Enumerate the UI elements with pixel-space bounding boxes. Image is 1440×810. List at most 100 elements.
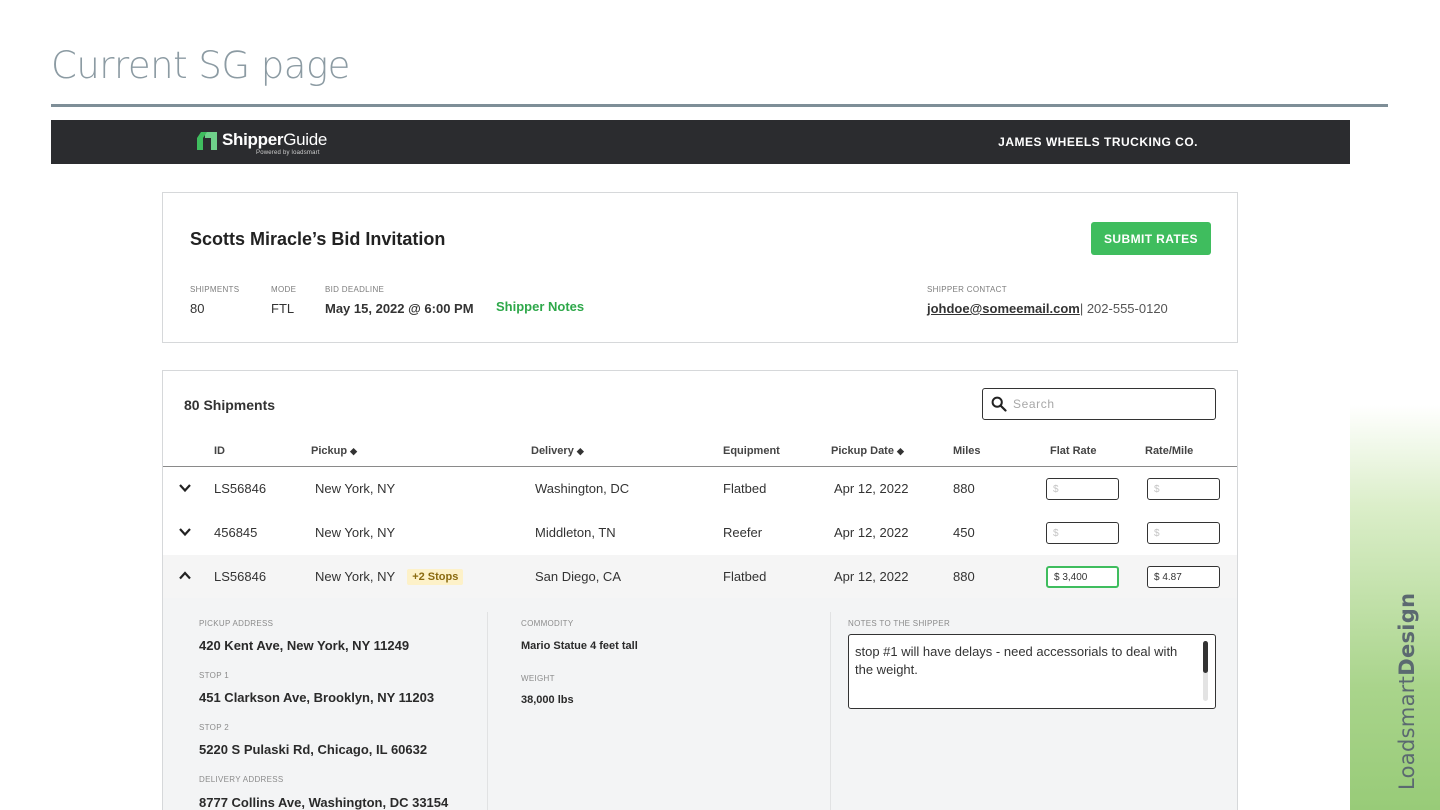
cell-miles: 880	[953, 569, 975, 584]
flat-rate-input[interactable]	[1046, 566, 1119, 588]
cell-equipment: Flatbed	[723, 569, 767, 584]
col-delivery[interactable]: Delivery ◆	[531, 445, 584, 457]
cell-pickup-date: Apr 12, 2022	[834, 525, 909, 540]
stop2-value: 5220 S Pulaski Rd, Chicago, IL 60632	[199, 742, 428, 757]
bid-invitation-card: Scotts Miracle’s Bid Invitation SUBMIT R…	[162, 192, 1238, 343]
cell-miles: 450	[953, 525, 975, 540]
cell-miles: 880	[953, 481, 975, 496]
brand-bold: Design	[1395, 592, 1419, 676]
brand-light: Loadsmart	[1395, 675, 1419, 790]
search-input[interactable]	[1013, 395, 1208, 413]
slide-title: Current SG page	[51, 44, 350, 87]
col-delivery-label: Delivery	[531, 445, 574, 457]
brand-wordmark: LoadsmartDesign	[1395, 593, 1419, 790]
chevron-down-icon[interactable]	[178, 481, 192, 495]
rate-mile-input[interactable]	[1147, 522, 1220, 544]
col-miles: Miles	[953, 445, 981, 457]
contact-phone: | 202-555-0120	[1079, 301, 1168, 316]
logo-wordmark: ShipperGuide	[222, 129, 327, 151]
col-equipment: Equipment	[723, 445, 780, 457]
mode-meta: MODE FTL	[271, 285, 296, 316]
cell-pickup-date: Apr 12, 2022	[834, 481, 909, 496]
bid-title: Scotts Miracle’s Bid Invitation	[190, 229, 446, 249]
table-row[interactable]: 456845 New York, NY Middleton, TN Reefer…	[163, 511, 1237, 554]
weight-label: WEIGHT	[521, 674, 555, 683]
shipments-value: 80	[190, 301, 205, 316]
col-rate-mile: Rate/Mile	[1145, 445, 1194, 457]
cell-delivery: Washington, DC	[535, 481, 630, 496]
cell-equipment: Flatbed	[723, 481, 767, 496]
deadline-meta: BID DEADLINE May 15, 2022 @ 6:00 PM	[325, 285, 474, 316]
contact-meta: SHIPPER CONTACT johdoe@someemail.com| 20…	[927, 285, 1168, 316]
cell-equipment: Reefer	[723, 525, 763, 540]
shipments-title: 80 Shipments	[184, 397, 276, 413]
chevron-down-icon[interactable]	[178, 525, 192, 539]
col-pickup[interactable]: Pickup ◆	[311, 445, 357, 457]
table-row-expanded[interactable]: LS56846 New York, NY +2 Stops San Diego, …	[163, 555, 1237, 598]
contact-email-link[interactable]: johdoe@someemail.com	[927, 301, 1080, 316]
deadline-value: May 15, 2022 @ 6:00 PM	[325, 301, 474, 316]
notes-scrollbar-thumb[interactable]	[1203, 641, 1208, 673]
delivery-address-label: DELIVERY ADDRESS	[199, 775, 284, 784]
stops-badge: +2 Stops	[407, 569, 464, 585]
cell-pickup: New York, NY	[315, 481, 396, 496]
logo-mark-icon	[196, 129, 218, 151]
cell-pickup: New York, NY	[315, 525, 396, 540]
commodity-value: Mario Statue 4 feet tall	[521, 640, 638, 652]
sort-icon[interactable]: ◆	[350, 446, 357, 456]
flat-rate-input[interactable]	[1046, 522, 1119, 544]
cell-delivery: Middleton, TN	[535, 525, 616, 540]
notes-label: NOTES TO THE SHIPPER	[848, 619, 951, 628]
stop2-label: STOP 2	[199, 723, 229, 732]
mode-label: MODE	[271, 285, 297, 294]
pickup-address-value: 420 Kent Ave, New York, NY 11249	[199, 638, 410, 653]
deadline-label: BID DEADLINE	[325, 285, 385, 294]
cell-pickup-text: New York, NY	[315, 569, 396, 584]
shipments-card: 80 Shipments ID Pickup◆ Delivery◆ Equipm…	[162, 370, 1238, 810]
commodity-label: COMMODITY	[521, 619, 574, 628]
col-pickup-label: Pickup	[311, 445, 348, 457]
search-icon	[991, 396, 1007, 412]
logo-subtitle: Powered by loadsmart	[256, 150, 320, 156]
shipments-label: SHIPMENTS	[190, 285, 240, 294]
sort-icon[interactable]: ◆	[577, 446, 584, 456]
flat-rate-input[interactable]	[1046, 478, 1119, 500]
rate-mile-input[interactable]	[1147, 566, 1220, 588]
contact-value: johdoe@someemail.com| 202-555-0120	[927, 301, 1168, 316]
shipment-detail-panel: PICKUP ADDRESS 420 Kent Ave, New York, N…	[163, 598, 1237, 810]
cell-pickup-date: Apr 12, 2022	[834, 569, 909, 584]
delivery-address-value: 8777 Collins Ave, Washington, DC 33154	[199, 795, 449, 810]
mode-value: FTL	[271, 301, 295, 316]
shipperguide-logo[interactable]: ShipperGuide Powered by loadsmart	[196, 129, 327, 156]
title-divider	[51, 104, 1388, 107]
col-flat-rate: Flat Rate	[1050, 445, 1097, 457]
shipments-meta: SHIPMENTS 80	[190, 285, 239, 316]
col-id: ID	[214, 445, 225, 457]
notes-textarea[interactable]: stop #1 will have delays - need accessor…	[848, 634, 1216, 709]
table-row[interactable]: LS56846 New York, NY Washington, DC Flat…	[163, 467, 1237, 510]
stop1-label: STOP 1	[199, 671, 229, 680]
cell-id: 456845	[214, 525, 258, 540]
submit-rates-button[interactable]: SUBMIT RATES	[1091, 222, 1211, 255]
stop1-value: 451 Clarkson Ave, Brooklyn, NY 11203	[199, 690, 435, 705]
cell-delivery: San Diego, CA	[535, 569, 621, 584]
rate-mile-input[interactable]	[1147, 478, 1220, 500]
pickup-address-label: PICKUP ADDRESS	[199, 619, 274, 628]
cell-pickup: New York, NY +2 Stops	[315, 569, 464, 586]
company-name[interactable]: JAMES WHEELS TRUCKING CO.	[998, 135, 1198, 149]
column-divider	[830, 612, 831, 810]
col-pickup-date[interactable]: Pickup Date ◆	[831, 445, 904, 457]
col-pickup-date-label: Pickup Date	[831, 445, 894, 457]
weight-value: 38,000 lbs	[521, 694, 574, 706]
column-divider	[487, 612, 488, 810]
search-box[interactable]	[982, 388, 1216, 420]
chevron-up-icon[interactable]	[178, 569, 192, 583]
sort-icon[interactable]: ◆	[897, 446, 904, 456]
shipper-notes-link[interactable]: Shipper Notes	[496, 299, 584, 314]
contact-label: SHIPPER CONTACT	[927, 285, 1007, 294]
cell-id: LS56846	[214, 481, 267, 496]
logo-bold: Shipper	[222, 130, 284, 149]
cell-id: LS56846	[214, 569, 267, 584]
logo-thin: Guide	[283, 130, 328, 149]
app-header: ShipperGuide Powered by loadsmart JAMES …	[51, 120, 1350, 164]
